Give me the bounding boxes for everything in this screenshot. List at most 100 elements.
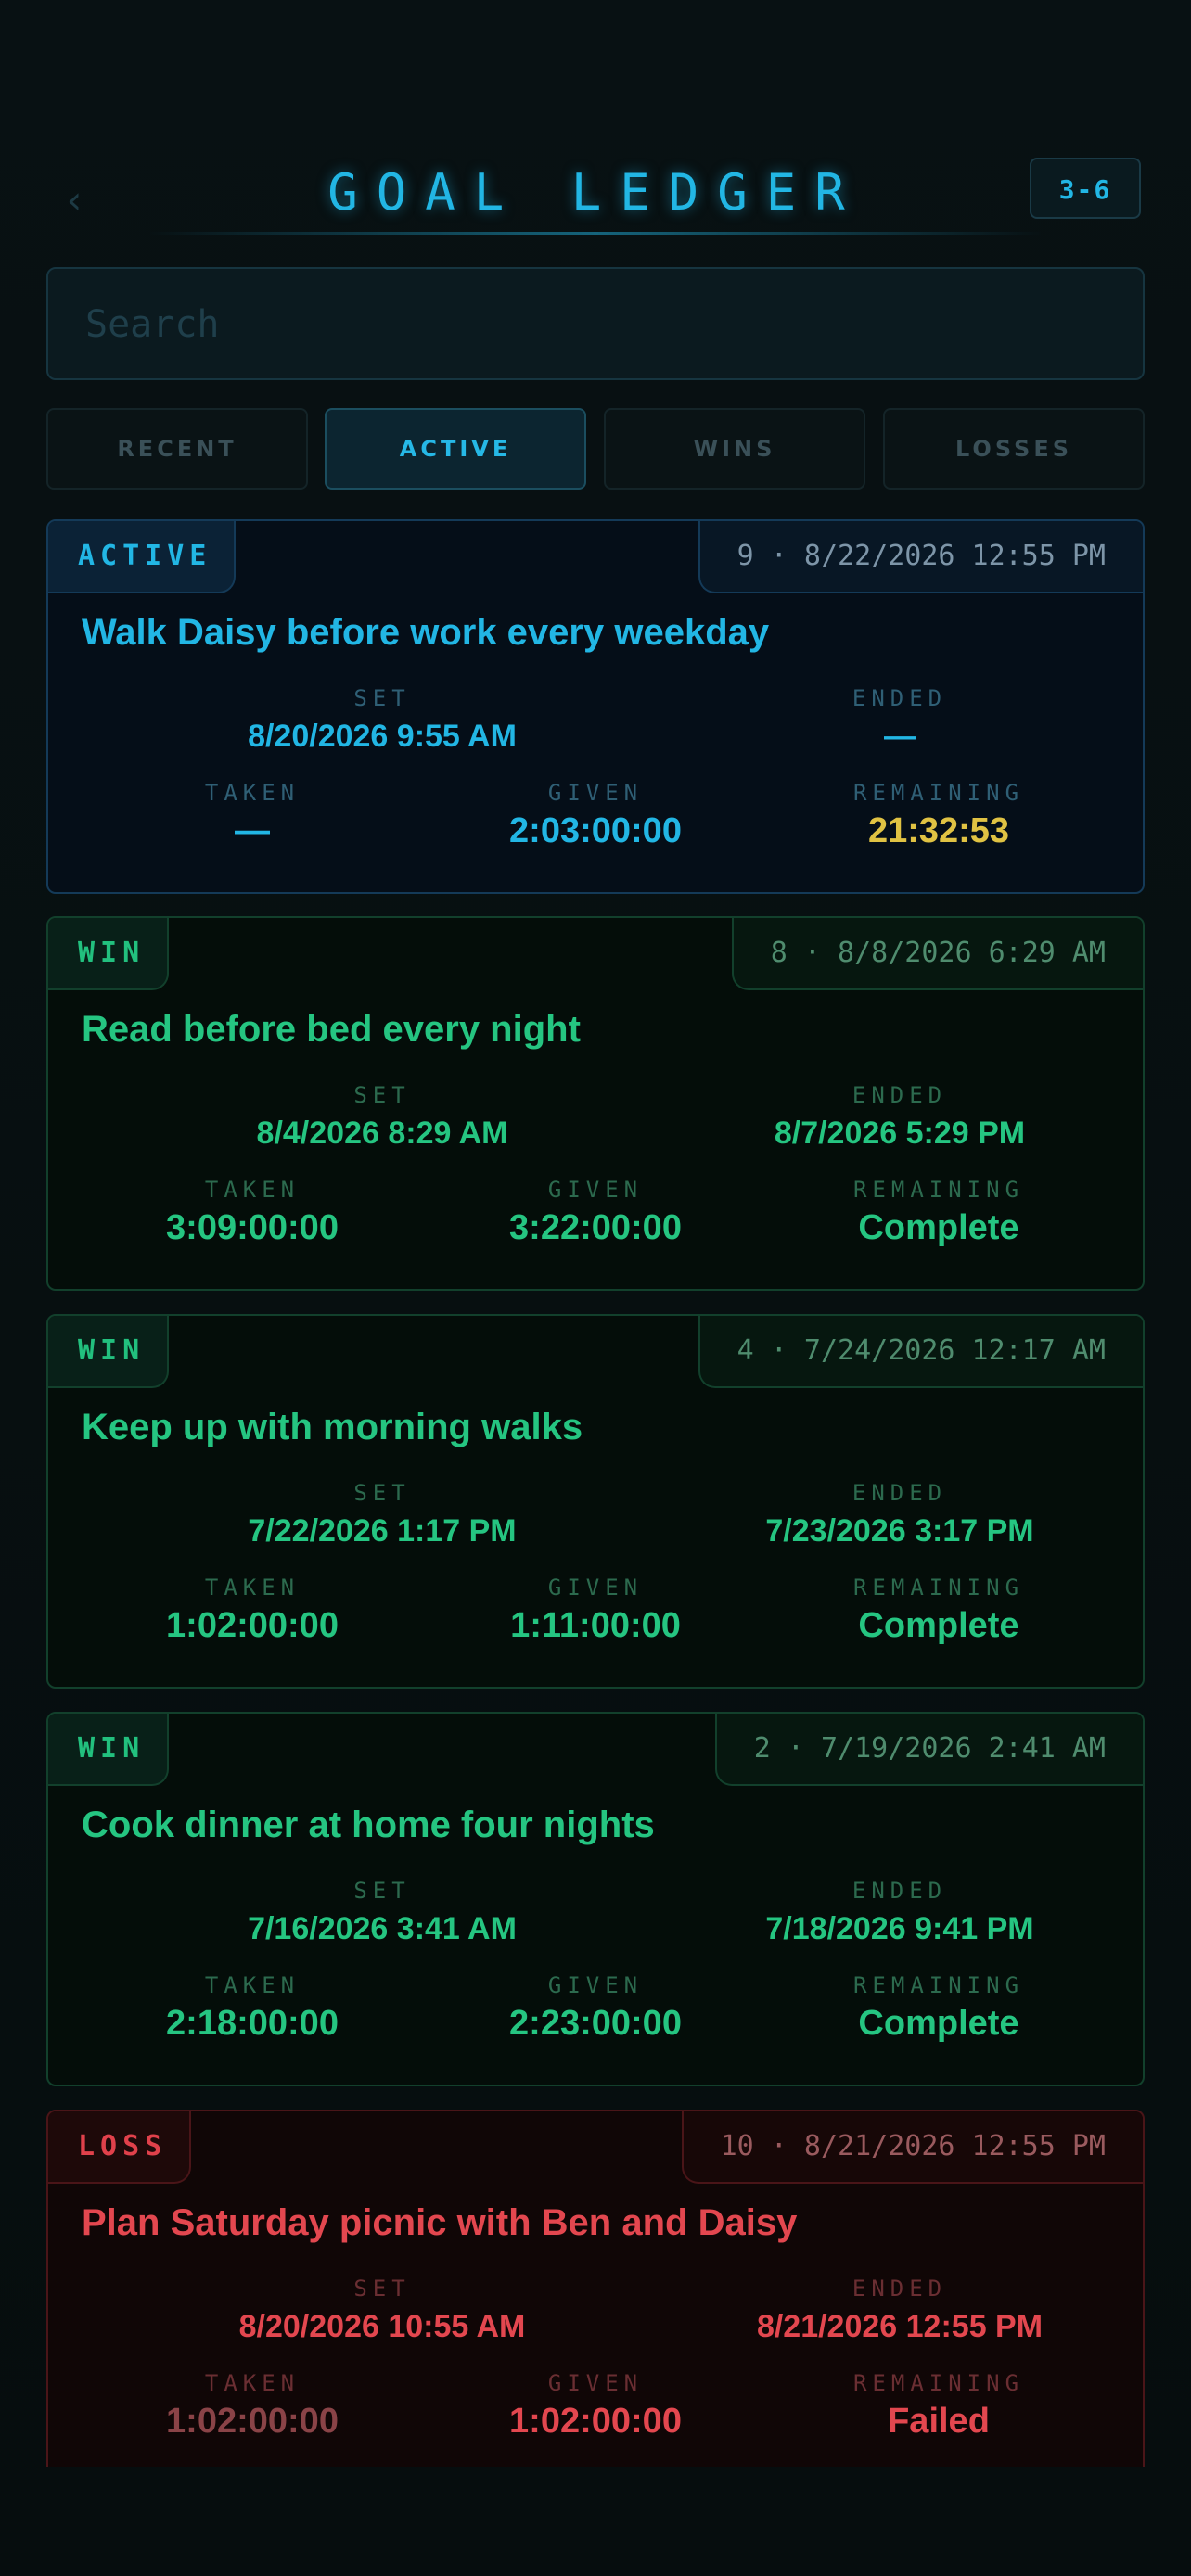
goal-meta: 4 · 7/24/2026 12:17 AM (698, 1316, 1143, 1388)
field-taken: TAKEN 3:09:00:00 (122, 1174, 382, 1250)
field-value: 3:22:00:00 (509, 1208, 682, 1247)
field-remaining: REMAINING Failed (809, 2367, 1069, 2443)
field-given: GIVEN 3:22:00:00 (466, 1174, 725, 1250)
field-value: 8/20/2026 10:55 AM (238, 2309, 526, 2344)
app-root: ‹ GOAL LEDGER 3-6 RECENT ACTIVE WINS LOS… (0, 0, 1191, 2576)
field-ended: ENDED 7/23/2026 3:17 PM (668, 1477, 1132, 1553)
field-label: ENDED (852, 1878, 948, 1904)
field-value: 7/18/2026 9:41 PM (765, 1911, 1034, 1946)
field-value: 1:11:00:00 (510, 1606, 681, 1645)
goal-meta: 10 · 8/21/2026 12:55 PM (681, 2111, 1143, 2184)
field-label: SET (353, 685, 411, 711)
field-set: SET 7/16/2026 3:41 AM (150, 1875, 614, 1951)
tab-recent[interactable]: RECENT (46, 408, 308, 490)
goal-card[interactable]: LOSS 10 · 8/21/2026 12:55 PM Plan Saturd… (46, 2110, 1145, 2467)
back-chevron-icon[interactable]: ‹ (58, 172, 91, 228)
goal-card[interactable]: WIN 2 · 7/19/2026 2:41 AM Cook dinner at… (46, 1712, 1145, 2086)
goal-card[interactable]: WIN 4 · 7/24/2026 12:17 AM Keep up with … (46, 1314, 1145, 1689)
field-label: GIVEN (547, 1575, 644, 1600)
field-value: 8/4/2026 8:29 AM (256, 1116, 508, 1151)
field-value: 7/16/2026 3:41 AM (248, 1911, 517, 1946)
field-label: REMAINING (852, 1177, 1025, 1203)
field-label: GIVEN (547, 2370, 644, 2396)
goal-title: Read before bed every night (82, 1009, 581, 1050)
field-taken: TAKEN 1:02:00:00 (122, 1572, 382, 1648)
field-label: SET (353, 1082, 411, 1108)
status-badge: WIN (48, 918, 170, 990)
record-badge: 3-6 (1030, 158, 1141, 219)
field-value: 3:09:00:00 (166, 1208, 339, 1247)
field-label: SET (353, 1480, 411, 1506)
field-label: REMAINING (852, 1575, 1025, 1600)
field-label: ENDED (852, 2276, 948, 2302)
field-label: REMAINING (852, 1972, 1025, 1998)
field-value: 8/7/2026 5:29 PM (774, 1116, 1026, 1151)
field-value: 1:02:00:00 (166, 2402, 339, 2441)
field-value: 2:03:00:00 (509, 811, 682, 850)
goal-card[interactable]: WIN 8 · 8/8/2026 6:29 AM Read before bed… (46, 916, 1145, 1291)
field-value: 1:02:00:00 (509, 2402, 682, 2441)
field-label: ENDED (852, 685, 948, 711)
field-given: GIVEN 2:23:00:00 (466, 1970, 725, 2046)
status-badge: WIN (48, 1316, 170, 1388)
goal-title: Plan Saturday picnic with Ben and Daisy (82, 2202, 798, 2243)
field-label: TAKEN (204, 1575, 301, 1600)
field-taken: TAKEN 1:02:00:00 (122, 2367, 382, 2443)
field-ended: ENDED 8/7/2026 5:29 PM (668, 1079, 1132, 1155)
title-underline (148, 232, 1043, 235)
field-label: REMAINING (852, 2370, 1025, 2396)
field-given: GIVEN 2:03:00:00 (466, 777, 725, 853)
field-set: SET 8/20/2026 10:55 AM (150, 2273, 614, 2349)
field-label: GIVEN (547, 1177, 644, 1203)
field-label: GIVEN (547, 780, 644, 806)
goal-title: Keep up with morning walks (82, 1407, 583, 1447)
field-label: SET (353, 1878, 411, 1904)
field-remaining: REMAINING Complete (809, 1174, 1069, 1250)
field-value: Complete (858, 1208, 1019, 1247)
tab-wins[interactable]: WINS (604, 408, 865, 490)
field-value: 2:23:00:00 (509, 2004, 682, 2043)
field-remaining: REMAINING Complete (809, 1572, 1069, 1648)
tab-losses[interactable]: LOSSES (883, 408, 1145, 490)
field-value: 2:18:00:00 (166, 2004, 339, 2043)
field-value: Complete (858, 1606, 1019, 1645)
goal-list[interactable]: ACTIVE 9 · 8/22/2026 12:55 PM Walk Daisy… (46, 519, 1145, 2467)
field-label: ENDED (852, 1082, 948, 1108)
field-label: ENDED (852, 1480, 948, 1506)
field-set: SET 8/4/2026 8:29 AM (150, 1079, 614, 1155)
field-remaining: REMAINING 21:32:53 (809, 777, 1069, 853)
search-input[interactable] (83, 269, 1108, 380)
field-label: SET (353, 2276, 411, 2302)
search-box[interactable] (46, 267, 1145, 380)
goal-title: Cook dinner at home four nights (82, 1804, 655, 1845)
field-set: SET 8/20/2026 9:55 AM (150, 682, 614, 759)
field-value: 8/21/2026 12:55 PM (756, 2309, 1044, 2344)
field-given: GIVEN 1:11:00:00 (466, 1572, 725, 1648)
field-value: 1:02:00:00 (166, 1606, 339, 1645)
field-taken: TAKEN 2:18:00:00 (122, 1970, 382, 2046)
status-badge: WIN (48, 1714, 170, 1786)
tab-active[interactable]: ACTIVE (325, 408, 586, 490)
field-value: 7/23/2026 3:17 PM (765, 1513, 1034, 1549)
goal-meta: 9 · 8/22/2026 12:55 PM (698, 521, 1143, 593)
field-ended: ENDED 7/18/2026 9:41 PM (668, 1875, 1132, 1951)
field-label: TAKEN (204, 780, 301, 806)
field-label: GIVEN (547, 1972, 644, 1998)
field-value: 21:32:53 (867, 811, 1010, 850)
filter-tabs: RECENT ACTIVE WINS LOSSES (46, 408, 1145, 490)
field-value: 8/20/2026 9:55 AM (248, 719, 517, 754)
field-value: 7/22/2026 1:17 PM (248, 1513, 517, 1549)
field-value: — (884, 719, 916, 754)
field-value: Complete (858, 2004, 1019, 2043)
status-badge: ACTIVE (48, 521, 237, 593)
field-given: GIVEN 1:02:00:00 (466, 2367, 725, 2443)
goal-meta: 2 · 7/19/2026 2:41 AM (714, 1714, 1143, 1786)
field-ended: ENDED 8/21/2026 12:55 PM (668, 2273, 1132, 2349)
field-label: TAKEN (204, 1972, 301, 1998)
goal-title: Walk Daisy before work every weekday (82, 612, 770, 653)
field-label: TAKEN (204, 2370, 301, 2396)
field-value: Failed (888, 2402, 990, 2441)
status-badge: LOSS (48, 2111, 192, 2184)
field-taken: TAKEN — (122, 777, 382, 853)
goal-card[interactable]: ACTIVE 9 · 8/22/2026 12:55 PM Walk Daisy… (46, 519, 1145, 894)
